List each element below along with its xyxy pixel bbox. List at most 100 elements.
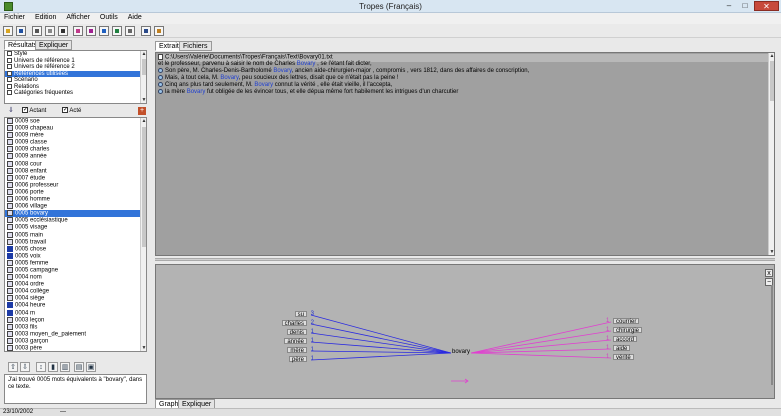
word-item[interactable]: 0007 étude [5,174,146,182]
word-item[interactable]: 0008 cour [5,160,146,168]
graph-center-node[interactable]: bovary [452,349,470,355]
columns-icon[interactable]: ▥ [60,362,70,372]
export-icon[interactable]: ▣ [86,362,96,372]
menu-fichier[interactable]: Fichier [0,13,29,22]
palette-icon[interactable] [73,26,83,36]
graph-node-right[interactable]: 1 vérité [606,354,634,361]
sort-az-icon[interactable]: ↕ [36,362,46,372]
word-item[interactable]: 0006 porte [5,188,146,196]
add-icon[interactable]: + [138,107,146,115]
word-item[interactable]: 0005 campagne [5,266,146,274]
close-button[interactable]: ✕ [754,1,779,11]
word-item[interactable]: 0004 nom [5,274,146,281]
word-item[interactable]: 0003 moyen_de_paiement [5,330,146,338]
export-icon[interactable] [58,26,68,36]
word-item[interactable]: 0005 travail [5,238,146,246]
graph-node-right[interactable]: 1 accord [606,336,638,343]
open-folder-icon[interactable] [3,26,13,36]
word-item[interactable]: 0009 soe [5,118,146,125]
help-icon[interactable] [154,26,164,36]
menu-afficher[interactable]: Afficher [62,13,94,22]
extract-line[interactable]: et le professeur, parvenu à saisir le no… [158,61,372,68]
scroll-thumb[interactable] [770,61,774,101]
word-icon [7,118,13,124]
extract-line[interactable]: la mère Bovary fut obligée de les évince… [158,89,458,96]
word-item[interactable]: 0009 chapeau [5,125,146,132]
close-graph-icon[interactable]: x [765,269,773,277]
word-item[interactable]: 0009 charles [5,146,146,153]
word-item[interactable]: 0003 père [5,345,146,351]
table-icon[interactable] [125,26,135,36]
node-count: 1 [310,347,314,353]
scroll-up-icon[interactable]: ▲ [769,53,774,59]
copy-icon[interactable] [45,26,55,36]
bar-chart-icon[interactable]: ▮ [48,362,58,372]
acte-checkbox[interactable]: ✓ [62,107,68,114]
tab-expliquer-left[interactable]: Expliquer [35,40,73,50]
word-item[interactable]: 0009 mère [5,132,146,139]
word-item[interactable]: 0006 village [5,203,146,210]
scroll-thumb[interactable] [142,127,146,247]
graph-node-left[interactable]: année 1 [284,338,314,345]
menu-edition[interactable]: Edition [31,13,60,22]
word-item[interactable]: 0003 garçon [5,337,146,345]
dictionary-icon[interactable]: ▤ [74,362,84,372]
word-item[interactable]: 0005 femme [5,259,146,267]
actant-checkbox[interactable]: ✓ [22,107,28,114]
panel-splitter[interactable] [155,258,775,261]
extracts-scrollbar[interactable]: ▲ ▼ [768,53,774,255]
acte-option[interactable]: ✓ Acté [62,106,81,116]
graph-node-right[interactable]: 1 aide [606,345,631,352]
scroll-down-icon[interactable]: ▼ [141,345,146,351]
scroll-up-icon[interactable]: ▲ [141,51,146,57]
relations-icon[interactable] [86,26,96,36]
print-icon[interactable] [32,26,42,36]
word-item[interactable]: 0006 professeur [5,181,146,189]
maximize-button[interactable]: □ [738,1,752,11]
arrow-up-icon[interactable]: ⇧ [8,362,18,372]
word-item[interactable]: 0008 enfant [5,167,146,175]
word-item[interactable]: 0004 collège [5,288,146,295]
word-item[interactable]: 0004 siège [5,295,146,302]
graph-node-left[interactable]: su 3 [294,311,314,318]
menu-outils[interactable]: Outils [96,13,122,22]
word-item[interactable]: 0003 fils [5,323,146,331]
zoom-slider[interactable] [771,285,773,385]
download-icon[interactable]: ⇓ [8,107,14,114]
word-item[interactable]: 0005 main [5,231,146,239]
save-icon[interactable] [16,26,26,36]
minimize-button[interactable]: – [722,1,736,11]
word-item[interactable]: 0004 ordre [5,281,146,288]
scroll-up-icon[interactable]: ▲ [141,118,146,124]
graph-node-left[interactable]: charles 2 [281,320,314,327]
word-item[interactable]: 0009 année [5,153,146,160]
scroll-thumb[interactable] [142,59,146,75]
word-item[interactable]: 0005 visage [5,224,146,231]
chart-icon[interactable] [99,26,109,36]
word-item[interactable]: 0005 ecclésiastique [5,217,146,224]
dictionary-icon[interactable] [141,26,151,36]
word-item[interactable]: 0009 classe [5,139,146,146]
graph-node-right[interactable]: 1 courrier [606,318,640,325]
graph-node-right[interactable]: 1 chirurgie [606,327,643,334]
bar-chart-icon[interactable] [112,26,122,36]
graph-node-left[interactable]: père 1 [288,356,314,363]
word-item-selected[interactable]: 0005 bovary [5,210,146,218]
word-item[interactable]: 0003 leçon [5,316,146,324]
word-item[interactable]: 0005 voix [5,252,146,260]
word-item[interactable]: 0004 heure [5,302,146,309]
word-item[interactable]: 0005 chose [5,245,146,253]
category-scrollbar[interactable]: ▲ ▼ [140,51,146,103]
scroll-down-icon[interactable]: ▼ [769,249,774,255]
scroll-down-icon[interactable]: ▼ [141,97,146,103]
word-item[interactable]: 0004 m [5,309,146,317]
actant-option[interactable]: ✓ Actant [22,106,46,116]
word-item[interactable]: 0006 homme [5,196,146,203]
word-list-scrollbar[interactable]: ▲ ▼ [140,118,146,351]
tab-fichiers[interactable]: Fichiers [179,41,212,51]
graph-node-left[interactable]: mère 1 [287,347,314,354]
menu-aide[interactable]: Aide [124,13,146,22]
arrow-down-icon[interactable]: ⇩ [20,362,30,372]
category-item[interactable]: Catégories fréquentes [5,90,146,97]
graph-node-left[interactable]: denis 1 [286,329,314,336]
